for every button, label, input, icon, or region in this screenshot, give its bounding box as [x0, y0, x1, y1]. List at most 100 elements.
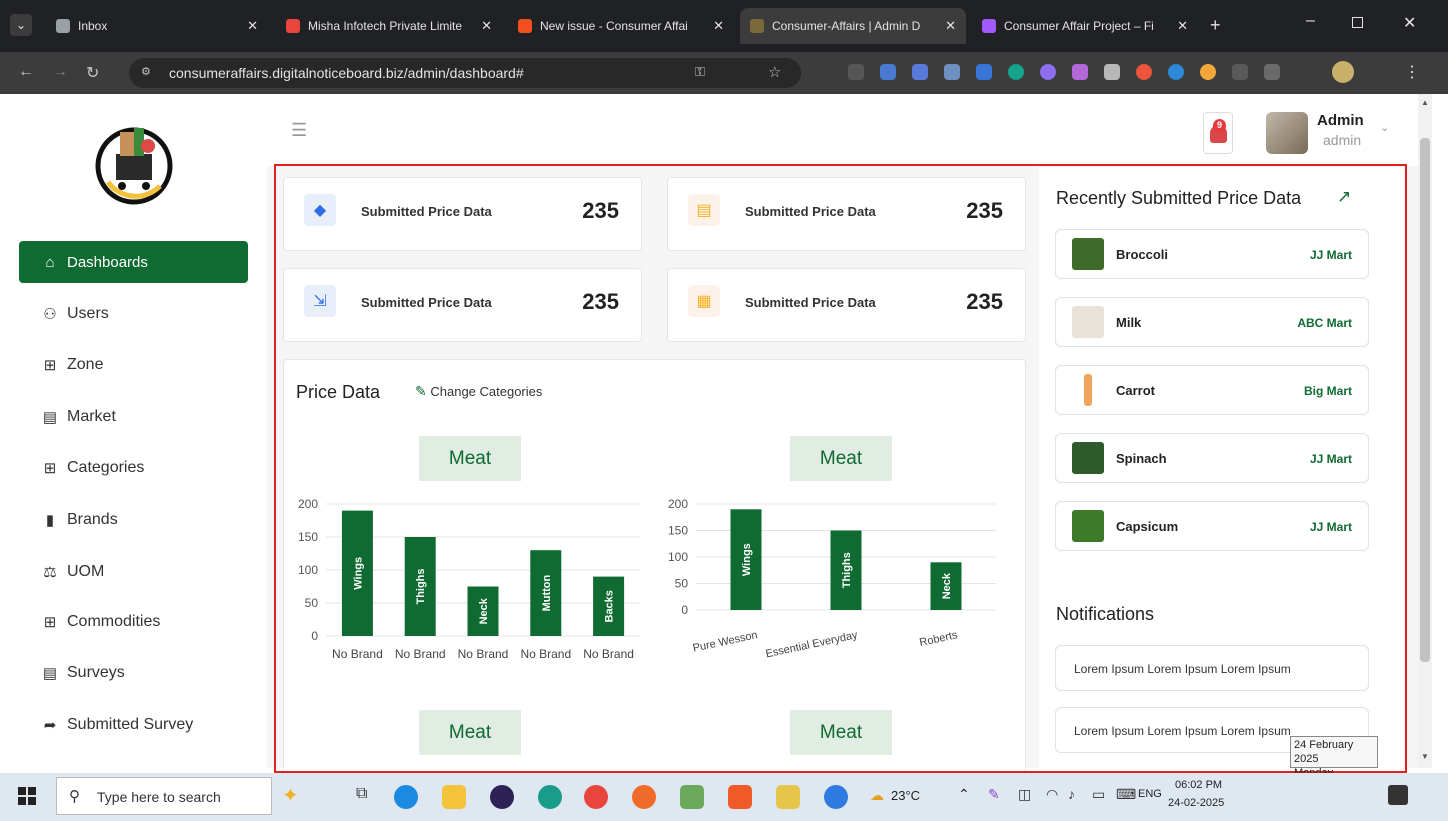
- sidebar-item-market[interactable]: ▤ Market: [19, 396, 248, 438]
- scrollbar-thumb[interactable]: [1420, 138, 1430, 662]
- address-bar: ← → ↻ ⚙ consumeraffairs.digitalnoticeboa…: [0, 52, 1448, 94]
- site-info-icon[interactable]: ⚙: [141, 65, 151, 78]
- forward-icon[interactable]: →: [52, 63, 68, 81]
- bookmark-star-icon[interactable]: ☆: [768, 63, 781, 81]
- tab-new-issue[interactable]: New issue - Consumer Affai ✕: [508, 8, 734, 44]
- tab-consumer-affairs[interactable]: Consumer-Affairs | Admin D ✕: [740, 8, 966, 44]
- user-name: Admin: [1317, 112, 1364, 129]
- scroll-up-icon[interactable]: ▲: [1421, 98, 1429, 107]
- keyboard-icon[interactable]: ⌨: [1116, 786, 1136, 803]
- scroll-down-icon[interactable]: ▼: [1421, 752, 1429, 761]
- tab-search-button[interactable]: ⌄: [10, 14, 32, 36]
- close-tab-icon[interactable]: ✕: [1177, 18, 1188, 34]
- tab-title: Consumer Affair Project – Fi: [1004, 19, 1154, 33]
- excel-like-icon[interactable]: [776, 785, 800, 809]
- sidebar-item-label: Dashboards: [67, 253, 148, 271]
- hamburger-menu-icon[interactable]: ☰: [291, 120, 307, 141]
- clock-date[interactable]: 24-02-2025: [1168, 797, 1224, 809]
- sidebar-item-label: Surveys: [67, 664, 125, 681]
- pen-tray-icon[interactable]: ✎: [988, 786, 1000, 803]
- weather-text: 23°C: [891, 788, 921, 803]
- avatar[interactable]: [1266, 112, 1308, 154]
- clock-time[interactable]: 06:02 PM: [1175, 779, 1222, 791]
- chrome-menu-icon[interactable]: ⋮: [1404, 62, 1420, 82]
- language-indicator[interactable]: ENG: [1138, 788, 1162, 800]
- firefox-icon[interactable]: [632, 785, 656, 809]
- wifi-icon[interactable]: ◠: [1046, 786, 1058, 803]
- app-icon[interactable]: [824, 785, 848, 809]
- chevron-down-icon[interactable]: ⌄: [1380, 121, 1389, 134]
- close-tab-icon[interactable]: ✕: [713, 18, 724, 34]
- extension-crx-icon[interactable]: [1232, 64, 1248, 80]
- extension-cast-icon[interactable]: [944, 64, 960, 80]
- task-view-icon[interactable]: ⧉: [356, 785, 367, 803]
- extension-clock-icon[interactable]: [1200, 64, 1216, 80]
- tray-chevron-icon[interactable]: ⌃: [958, 786, 970, 803]
- battery-icon[interactable]: ▭: [1092, 786, 1105, 803]
- home-icon: ⌂: [45, 253, 55, 271]
- date-tooltip: 24 February 2025 Monday: [1290, 736, 1378, 779]
- extension-sigma-icon[interactable]: [848, 64, 864, 80]
- sidebar-item-uom[interactable]: ⚖ UOM: [19, 551, 248, 593]
- minimize-icon[interactable]: –: [1306, 12, 1315, 30]
- extension-circle-icon[interactable]: [1168, 64, 1184, 80]
- sidebar-item-brands[interactable]: ▮ Brands: [19, 499, 248, 541]
- extension-gear-icon[interactable]: [1040, 64, 1056, 80]
- close-window-icon[interactable]: ✕: [1403, 13, 1416, 33]
- extension-pen-icon[interactable]: [1072, 64, 1088, 80]
- sidebar-item-dashboards[interactable]: ⌂ Dashboards: [19, 241, 248, 283]
- chart-app-icon[interactable]: [680, 785, 704, 809]
- extension-screen-icon[interactable]: [912, 64, 928, 80]
- scrollbar[interactable]: ▲ ▼: [1418, 94, 1432, 768]
- close-tab-icon[interactable]: ✕: [247, 18, 258, 34]
- reload-icon[interactable]: ↻: [86, 63, 99, 83]
- whatsapp-tray-icon[interactable]: ◫: [1018, 786, 1031, 803]
- weather-icon[interactable]: ☁: [870, 787, 884, 804]
- file-explorer-icon[interactable]: [442, 785, 466, 809]
- volume-icon[interactable]: ♪: [1068, 786, 1075, 802]
- sparkle-icon[interactable]: ✦: [282, 783, 299, 808]
- notification-button[interactable]: 9: [1203, 112, 1233, 154]
- close-tab-icon[interactable]: ✕: [945, 18, 956, 34]
- restore-icon[interactable]: [1352, 17, 1363, 28]
- password-key-icon[interactable]: ⚿: [695, 64, 705, 80]
- extension-grammarly-icon[interactable]: [1008, 64, 1024, 80]
- sidebar-item-zone[interactable]: ⊞ Zone: [19, 344, 248, 386]
- store-icon: ▤: [42, 409, 58, 426]
- tab-title: New issue - Consumer Affai: [540, 19, 688, 33]
- sidebar-item-label: Zone: [67, 356, 104, 373]
- taskbar-search-field[interactable]: ⚲ Type here to search: [56, 777, 272, 815]
- extension-cursor-icon[interactable]: [1104, 64, 1120, 80]
- sidebar-item-categories[interactable]: ⊞ Categories: [19, 447, 248, 489]
- eclipse-icon[interactable]: [490, 785, 514, 809]
- extension-colorful-icon[interactable]: [1136, 64, 1152, 80]
- edge-icon[interactable]: [538, 785, 562, 809]
- url-field[interactable]: ⚙ consumeraffairs.digitalnoticeboard.biz…: [129, 58, 801, 88]
- sidebar-item-label: UOM: [67, 563, 105, 580]
- extension-translate-icon[interactable]: [880, 64, 896, 80]
- profile-avatar-icon[interactable]: [1332, 61, 1354, 83]
- sidebar-item-submitted-survey[interactable]: ➦ Submitted Survey: [19, 704, 248, 746]
- close-tab-icon[interactable]: ✕: [481, 18, 492, 34]
- sidebar-item-surveys[interactable]: ▤ Surveys: [19, 652, 248, 694]
- back-icon[interactable]: ←: [18, 63, 34, 81]
- extensions-puzzle-icon[interactable]: [1264, 64, 1280, 80]
- new-tab-icon[interactable]: +: [1210, 15, 1221, 36]
- skype-icon[interactable]: [394, 785, 418, 809]
- tab-misha[interactable]: Misha Infotech Private Limite ✕: [276, 8, 502, 44]
- chrome-icon[interactable]: [584, 785, 608, 809]
- tab-figma[interactable]: Consumer Affair Project – Fi ✕: [972, 8, 1198, 44]
- consumer-affairs-icon: [750, 19, 764, 33]
- brave-icon[interactable]: [728, 785, 752, 809]
- tab-title: Misha Infotech Private Limite: [308, 19, 463, 33]
- sidebar-item-commodities[interactable]: ⊞ Commodities: [19, 601, 248, 643]
- sidebar-item-label: Submitted Survey: [67, 716, 194, 733]
- search-placeholder: Type here to search: [97, 789, 221, 805]
- notification-center-icon[interactable]: [1388, 785, 1408, 805]
- windows-start-icon[interactable]: [18, 787, 36, 805]
- sidebar-item-users[interactable]: ⚇ Users: [19, 293, 248, 335]
- tab-inbox[interactable]: Inbox ✕: [46, 8, 268, 44]
- file-export-icon: ➦: [43, 717, 57, 734]
- extension-fl-icon[interactable]: [976, 64, 992, 80]
- grid-icon: ⊞: [43, 357, 57, 374]
